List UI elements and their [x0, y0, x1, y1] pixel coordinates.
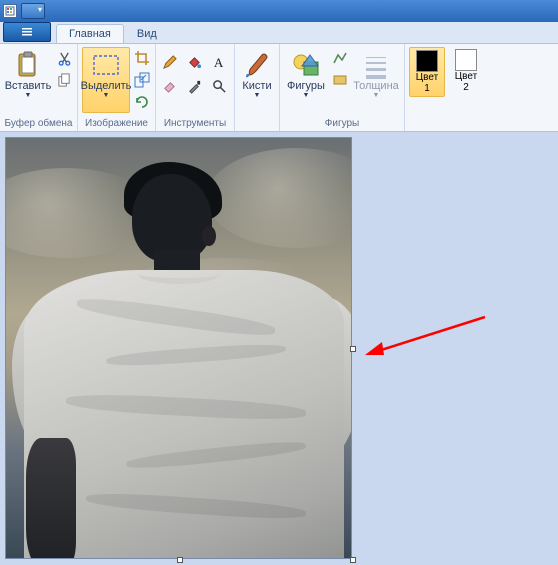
rotate-icon[interactable] — [133, 93, 151, 111]
group-label-tools: Инструменты — [160, 116, 230, 131]
shapes-label: Фигуры — [287, 80, 325, 92]
cut-icon[interactable] — [55, 49, 73, 67]
group-colors: Цвет 1 Цвет 2 — [405, 44, 488, 131]
chevron-down-icon: ▼ — [373, 92, 380, 99]
color1-button[interactable]: Цвет 1 — [409, 47, 445, 97]
group-brushes: Кисти ▼ — [235, 44, 280, 131]
tab-main[interactable]: Главная — [56, 24, 124, 43]
resize-handle-bottom[interactable] — [177, 557, 183, 563]
tool-grid: A — [160, 47, 230, 97]
thickness-button[interactable]: Толщина ▼ — [352, 47, 400, 113]
quick-access-dropdown[interactable] — [21, 3, 45, 19]
resize-icon[interactable] — [133, 71, 151, 89]
text-icon[interactable]: A — [210, 53, 228, 71]
thickness-label: Толщина — [353, 80, 399, 92]
group-label-colors — [409, 116, 484, 131]
chevron-down-icon: ▼ — [25, 92, 32, 99]
group-label-image: Изображение — [82, 116, 151, 131]
paste-label: Вставить — [5, 80, 52, 92]
group-label-shapes: Фигуры — [284, 116, 400, 131]
eraser-icon[interactable] — [160, 77, 178, 95]
select-button[interactable]: Выделить ▼ — [82, 47, 130, 113]
title-bar — [0, 0, 558, 22]
group-shapes: Фигуры ▼ Толщина ▼ Фигуры — [280, 44, 405, 131]
shape-fill-icon[interactable] — [331, 71, 349, 89]
file-menu-button[interactable] — [3, 22, 51, 42]
resize-handle-right[interactable] — [350, 346, 356, 352]
resize-handle-corner[interactable] — [350, 557, 356, 563]
brush-icon — [244, 50, 270, 80]
magnifier-icon[interactable] — [210, 77, 228, 95]
group-label-brushes — [237, 116, 277, 131]
chevron-down-icon: ▼ — [103, 92, 110, 99]
annotation-arrow — [360, 312, 490, 362]
shape-outline-icon[interactable] — [331, 49, 349, 67]
brushes-label: Кисти — [242, 80, 271, 92]
color2-swatch — [455, 49, 477, 71]
canvas-image[interactable] — [6, 138, 351, 558]
color1-swatch — [416, 50, 438, 72]
fill-icon[interactable] — [185, 53, 203, 71]
color2-button[interactable]: Цвет 2 — [448, 47, 484, 95]
pencil-icon[interactable] — [160, 53, 178, 71]
select-label: Выделить — [81, 80, 132, 92]
paste-button[interactable]: Вставить ▼ — [4, 47, 52, 113]
copy-icon[interactable] — [55, 71, 73, 89]
group-label-clipboard: Буфер обмена — [4, 116, 73, 131]
picker-icon[interactable] — [185, 77, 203, 95]
crop-icon[interactable] — [133, 49, 151, 67]
group-clipboard: Вставить ▼ Буфер обмена — [0, 44, 78, 131]
svg-text:A: A — [213, 55, 223, 70]
tab-view[interactable]: Вид — [124, 24, 170, 43]
brushes-button[interactable]: Кисти ▼ — [237, 47, 277, 113]
canvas-area[interactable] — [0, 132, 558, 565]
ribbon: Вставить ▼ Буфер обмена Выделить ▼ — [0, 44, 558, 132]
shapes-button[interactable]: Фигуры ▼ — [284, 47, 328, 113]
shapes-icon — [292, 50, 320, 80]
thickness-icon — [365, 50, 387, 80]
app-icon[interactable] — [3, 4, 17, 18]
chevron-down-icon: ▼ — [303, 92, 310, 99]
clipboard-icon — [16, 50, 40, 80]
ribbon-tabs: Главная Вид — [0, 22, 558, 44]
chevron-down-icon: ▼ — [254, 92, 261, 99]
select-rect-icon — [91, 50, 121, 80]
color1-label: Цвет 1 — [416, 72, 438, 94]
group-tools: A Инструменты — [156, 44, 235, 131]
color2-label: Цвет 2 — [455, 71, 477, 93]
group-image: Выделить ▼ Изображение — [78, 44, 156, 131]
